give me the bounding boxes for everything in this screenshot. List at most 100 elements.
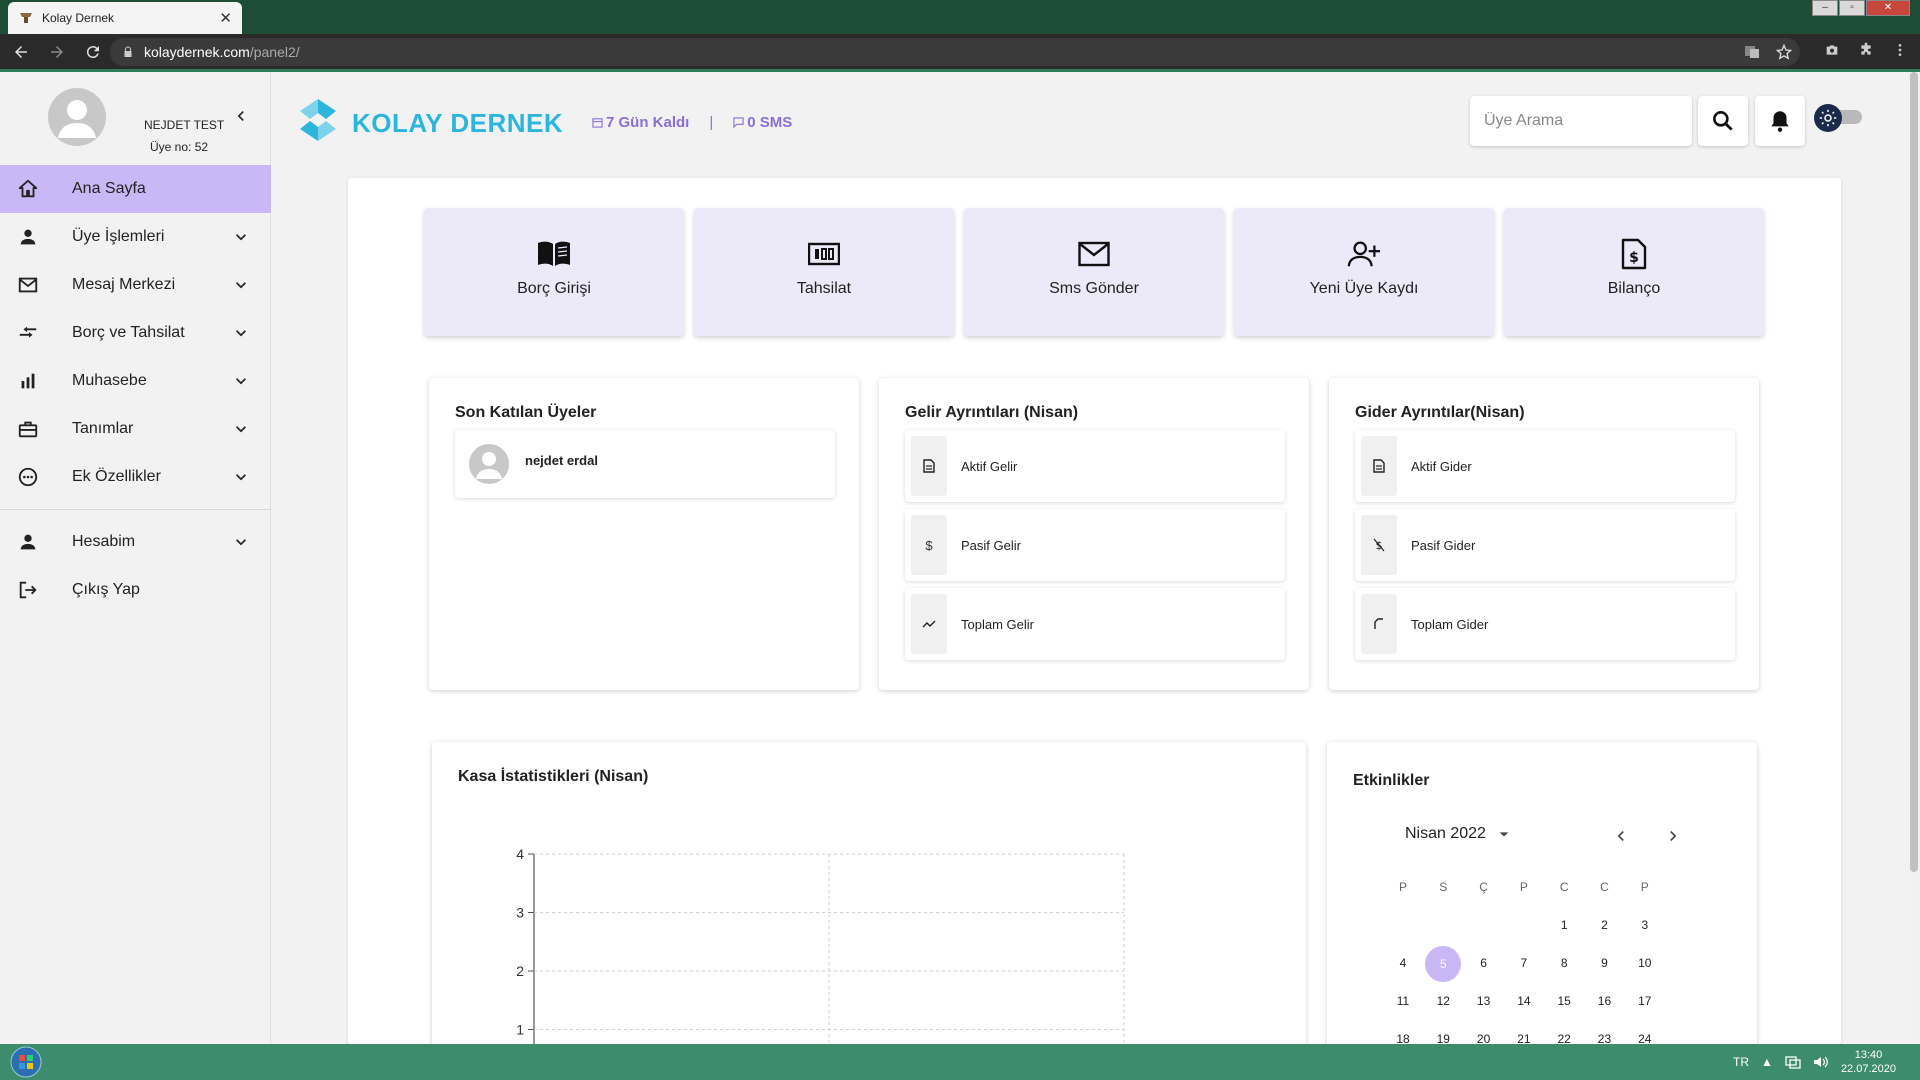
translate-icon[interactable]	[1744, 44, 1760, 60]
chevron-left-icon[interactable]	[231, 106, 251, 126]
calendar-day[interactable]: 4	[1383, 946, 1423, 980]
quick-action-label: Bilanço	[1607, 280, 1661, 297]
sidebar-item-ek-ozellikler[interactable]: Ek Özellikler	[0, 453, 271, 501]
puzzle-icon[interactable]	[1858, 42, 1874, 58]
header-separator: |	[709, 114, 714, 131]
chevron-down-icon	[236, 539, 246, 546]
minimize-button[interactable]: –	[1812, 0, 1838, 16]
trend-down-icon	[1361, 594, 1397, 654]
chevron-down-icon	[236, 234, 246, 241]
quick-action-sms-gonder[interactable]: Sms Gönder	[964, 208, 1224, 336]
list-item[interactable]: $ Pasif Gelir	[905, 509, 1285, 581]
tab-close-icon[interactable]: ✕	[219, 9, 232, 27]
calendar-empty-cell	[1383, 908, 1423, 942]
quick-action-tahsilat[interactable]: Tahsilat	[694, 208, 954, 336]
calendar-day[interactable]: 11	[1383, 984, 1423, 1018]
days-left[interactable]: 7 Gün Kaldı	[606, 114, 689, 131]
calendar-day[interactable]: 16	[1584, 984, 1624, 1018]
sidebar-item-tanimlar[interactable]: Tanımlar	[0, 405, 271, 453]
reload-icon	[86, 45, 99, 58]
calendar-day[interactable]: 14	[1504, 984, 1544, 1018]
quick-action-borc-girisi[interactable]: Borç Girişi	[424, 208, 684, 336]
list-item[interactable]: Toplam Gider	[1355, 588, 1735, 660]
more-circle-icon	[16, 465, 40, 489]
quick-action-yeni-uye-kaydi[interactable]: Yeni Üye Kaydı	[1234, 208, 1494, 336]
sms-count[interactable]: 0 SMS	[747, 114, 792, 131]
sidebar-item-cikis-yap[interactable]: Çıkış Yap	[0, 566, 271, 614]
calendar-day-label: 8	[1560, 956, 1568, 970]
stat-label: Aktif Gider	[1411, 459, 1472, 474]
search-button[interactable]	[1698, 96, 1748, 146]
sidebar-item-ana-sayfa[interactable]: Ana Sayfa	[0, 165, 271, 213]
star-icon[interactable]	[1776, 44, 1792, 60]
browser-tab[interactable]: Kolay Dernek ✕	[8, 2, 242, 34]
calendar-day[interactable]: 15	[1544, 984, 1584, 1018]
calendar-day[interactable]: 13	[1464, 984, 1504, 1018]
calendar-day[interactable]: 12	[1423, 984, 1463, 1018]
maximize-button[interactable]: ▫	[1839, 0, 1865, 16]
forward-button[interactable]	[42, 37, 72, 67]
list-item[interactable]: Aktif Gider	[1355, 430, 1735, 502]
chat-icon	[733, 117, 744, 128]
list-item[interactable]: Aktif Gelir	[905, 430, 1285, 502]
calendar-day[interactable]: 1	[1544, 908, 1584, 942]
calendar-day[interactable]: 17	[1625, 984, 1665, 1018]
list-item[interactable]: Toplam Gelir	[905, 588, 1285, 660]
more-vert-icon[interactable]	[1892, 42, 1908, 58]
notifications-button[interactable]	[1755, 96, 1805, 146]
system-tray: TR ▲ 13:40 22.07.2020	[1733, 1048, 1896, 1076]
sidebar-item-uye-islemleri[interactable]: Üye İşlemleri	[0, 213, 271, 261]
avatar	[48, 88, 106, 146]
calendar-grid: P S Ç P C C P 1 2 3 4 5 6 7 8 9 10 11 12 13 14 15 16 17 18 19 20 21…	[1383, 868, 1683, 1058]
brand-name[interactable]: KOLAY DERNEK	[352, 108, 563, 139]
toolbar-right	[1824, 42, 1908, 58]
address-bar[interactable]: kolaydernek.com/panel2/	[110, 38, 1800, 66]
calendar-weekday: C	[1600, 880, 1609, 894]
month-select[interactable]: Nisan 2022	[1405, 824, 1514, 844]
calendar-day-label: 13	[1476, 994, 1491, 1008]
network-icon[interactable]	[1785, 1055, 1801, 1069]
calendar-day[interactable]: 5	[1423, 946, 1463, 982]
sidebar-item-label: Mesaj Merkezi	[72, 276, 176, 293]
page-scrollbar[interactable]	[1908, 72, 1920, 1044]
sidebar-item-muhasebe[interactable]: Muhasebe	[0, 357, 271, 405]
calendar-day[interactable]: 6	[1464, 946, 1504, 980]
sidebar-item-mesaj-merkezi[interactable]: Mesaj Merkezi	[0, 261, 271, 309]
member-search-input[interactable]	[1470, 96, 1692, 146]
calendar-day[interactable]: 8	[1544, 946, 1584, 980]
list-item[interactable]: $ Pasif Gider	[1355, 509, 1735, 581]
profile-member-no: Üye no: 52	[150, 140, 209, 154]
calendar-day[interactable]: 10	[1625, 946, 1665, 980]
camera-icon[interactable]	[1824, 42, 1840, 58]
sidebar-item-borc-ve-tahsilat[interactable]: Borç ve Tahsilat	[0, 309, 271, 357]
calendar-day[interactable]: 3	[1625, 908, 1665, 942]
reload-button[interactable]	[78, 37, 108, 67]
quick-action-label: Sms Gönder	[1049, 280, 1139, 297]
tray-expand-icon[interactable]: ▲	[1761, 1055, 1773, 1069]
back-button[interactable]	[6, 37, 36, 67]
window-controls: – ▫ ✕	[1811, 0, 1910, 16]
volume-icon[interactable]	[1813, 1055, 1829, 1069]
brand-logo-icon[interactable]	[296, 97, 340, 143]
chevron-right-icon[interactable]	[1663, 826, 1683, 846]
quick-action-bilanco[interactable]: $ Bilanço	[1504, 208, 1764, 336]
calendar-day[interactable]: 2	[1584, 908, 1624, 942]
start-button[interactable]	[4, 1046, 48, 1078]
window-close-button[interactable]: ✕	[1866, 0, 1910, 16]
list-item[interactable]: nejdet erdal	[455, 430, 835, 498]
calendar-day[interactable]: 9	[1584, 946, 1624, 980]
clock[interactable]: 13:40 22.07.2020	[1841, 1048, 1896, 1076]
browser-titlebar: Kolay Dernek ✕ – ▫ ✕	[0, 0, 1920, 34]
calendar-day-label: 17	[1638, 994, 1652, 1008]
favicon-icon	[20, 13, 32, 23]
calendar-day[interactable]: 7	[1504, 946, 1544, 980]
cash-stats-card: Kasa İstatistikleri (Nisan) 4 3 2 1	[432, 742, 1306, 1062]
theme-toggle[interactable]	[1814, 104, 1866, 132]
calendar-weekday: S	[1439, 880, 1448, 894]
sidebar-item-hesabim[interactable]: Hesabim	[0, 518, 271, 566]
language-indicator[interactable]: TR	[1733, 1055, 1749, 1069]
chevron-left-icon[interactable]	[1611, 826, 1631, 846]
scrollbar-thumb[interactable]	[1910, 72, 1918, 872]
card-title: Kasa İstatistikleri (Nisan)	[458, 768, 649, 785]
sun-icon	[1819, 109, 1837, 127]
